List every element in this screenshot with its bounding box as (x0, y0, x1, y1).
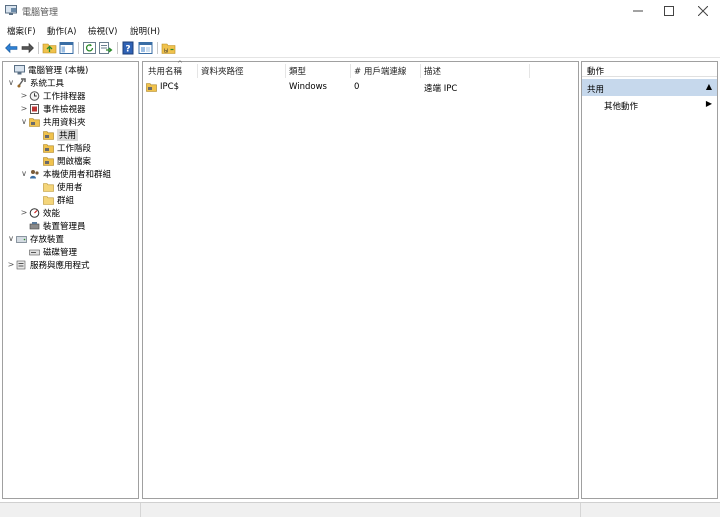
column-header-folder-path[interactable]: 資料夾路徑 (201, 64, 244, 78)
forward-arrow-icon[interactable] (20, 41, 35, 55)
users-groups-icon (30, 169, 39, 178)
minimize-icon (633, 10, 643, 12)
cell-description: 遠端 IPC (424, 84, 458, 94)
device-manager-icon (29, 221, 40, 229)
column-header-type[interactable]: 類型 (289, 64, 306, 78)
tree-node-services-applications[interactable]: > 服務與應用程式 (6, 258, 90, 271)
collapse-caret-icon[interactable]: ▲ (706, 82, 712, 91)
tree-node-event-viewer[interactable]: > 事件檢視器 (19, 102, 86, 115)
actions-title: 動作 (582, 62, 717, 77)
disk-management-icon (29, 249, 40, 255)
event-viewer-icon (30, 103, 39, 114)
show-hide-tree-icon[interactable] (59, 41, 74, 55)
tree-node-storage[interactable]: ∨ 存放裝置 (6, 232, 64, 245)
column-header-description[interactable]: 描述 (424, 64, 441, 78)
column-header-client-connections[interactable]: # 用戶端連線 (354, 64, 406, 78)
window-title: 電腦管理 (22, 8, 59, 18)
services-apps-icon (16, 260, 26, 269)
tree-node-performance[interactable]: > 效能 (19, 206, 60, 219)
status-divider (580, 503, 581, 517)
toolbar-separator (38, 42, 39, 54)
up-folder-icon[interactable] (42, 41, 57, 55)
back-arrow-icon[interactable] (4, 41, 19, 55)
expand-chevron-icon[interactable]: > (19, 104, 29, 113)
share-icon[interactable]: Ы (161, 41, 176, 55)
actions-section-shares[interactable]: 共用 ▲ (582, 79, 717, 96)
tree-node-device-manager[interactable]: 裝置管理員 (19, 219, 86, 232)
cell-type: Windows (289, 82, 327, 92)
column-divider[interactable] (197, 64, 198, 78)
open-files-icon (43, 156, 54, 166)
share-icon (146, 83, 157, 92)
submenu-arrow-icon: ▶ (705, 99, 712, 108)
column-divider[interactable] (420, 64, 421, 78)
folder-icon (43, 195, 54, 205)
refresh-icon[interactable] (82, 41, 97, 55)
title-bar: 電腦管理 (0, 0, 720, 22)
svg-text:?: ? (125, 45, 130, 55)
sort-ascending-icon: ^ (177, 60, 183, 68)
tree-node-disk-management[interactable]: 磁碟管理 (19, 245, 77, 258)
column-header-share-name[interactable]: 共用名稱 ^ (148, 60, 183, 78)
minimize-button[interactable] (621, 0, 655, 22)
tree-node-open-files[interactable]: 開啟檔案 (33, 154, 91, 167)
toolbar-separator (117, 42, 118, 54)
sessions-icon (43, 143, 54, 153)
tree-node-shared-folders[interactable]: ∨ 共用資料夾 (19, 115, 85, 128)
column-divider[interactable] (529, 64, 530, 78)
action-more-actions[interactable]: 其他動作 ▶ (582, 97, 717, 112)
column-divider[interactable] (285, 64, 286, 78)
toolbar-separator (157, 42, 158, 54)
toolbar-separator (78, 42, 79, 54)
collapse-chevron-icon[interactable]: ∨ (19, 117, 29, 126)
collapse-chevron-icon[interactable]: ∨ (6, 234, 16, 243)
help-icon[interactable]: ? (121, 41, 136, 55)
cell-client-connections: 0 (354, 82, 360, 92)
navigation-tree: 電腦管理 (本機) ∨ 系統工具 > 工作排程器 > 事件檢視器 ∨ 共用資料夾… (2, 61, 139, 499)
computer-management-icon (5, 5, 17, 15)
close-icon (698, 6, 708, 16)
performance-icon (29, 207, 40, 218)
menu-action[interactable]: 動作(A) (47, 25, 76, 37)
table-row[interactable]: IPC$ Windows 0 遠端 IPC (143, 80, 578, 94)
collapse-chevron-icon[interactable]: ∨ (19, 169, 29, 178)
cell-share-name: IPC$ (160, 82, 179, 92)
share-icon (43, 130, 54, 140)
tree-node-system-tools[interactable]: ∨ 系統工具 (6, 76, 64, 89)
storage-icon (16, 235, 27, 243)
tree-node-groups[interactable]: 群組 (33, 193, 74, 206)
status-bar (0, 502, 720, 517)
tree-node-shares[interactable]: 共用 (33, 128, 79, 141)
computer-management-icon (14, 64, 25, 74)
column-divider[interactable] (350, 64, 351, 78)
status-divider (140, 503, 141, 517)
toolbar: ? Ы (0, 39, 720, 58)
expand-chevron-icon[interactable]: > (19, 91, 29, 100)
expand-chevron-icon[interactable]: > (19, 208, 29, 217)
export-list-icon[interactable] (98, 41, 113, 55)
maximize-button[interactable] (652, 0, 686, 22)
expand-chevron-icon[interactable]: > (6, 260, 16, 269)
menu-help[interactable]: 說明(H) (130, 25, 160, 37)
properties-icon[interactable] (138, 41, 153, 55)
menu-bar: 檔案(F) 動作(A) 檢視(V) 說明(H) (0, 22, 720, 39)
menu-view[interactable]: 檢視(V) (88, 25, 117, 37)
collapse-chevron-icon[interactable]: ∨ (6, 78, 16, 87)
actions-pane: 動作 共用 ▲ 其他動作 ▶ (581, 61, 718, 499)
tree-node-local-users-groups[interactable]: ∨ 本機使用者和群組 (19, 167, 111, 180)
tree-node-users[interactable]: 使用者 (33, 180, 83, 193)
svg-text:Ы: Ы (164, 49, 168, 55)
maximize-icon (664, 6, 674, 16)
menu-file[interactable]: 檔案(F) (7, 25, 36, 37)
tree-node-computer-management[interactable]: 電腦管理 (本機) (4, 63, 88, 76)
shared-folder-icon (29, 117, 40, 127)
shares-list-view: 共用名稱 ^ 資料夾路徑 類型 # 用戶端連線 描述 IPC$ Windows … (142, 60, 579, 499)
folder-icon (43, 182, 54, 192)
tree-node-sessions[interactable]: 工作階段 (33, 141, 91, 154)
system-tools-icon (17, 77, 26, 87)
task-scheduler-icon (29, 90, 40, 101)
tree-node-task-scheduler[interactable]: > 工作排程器 (19, 89, 86, 102)
close-button[interactable] (686, 0, 720, 22)
